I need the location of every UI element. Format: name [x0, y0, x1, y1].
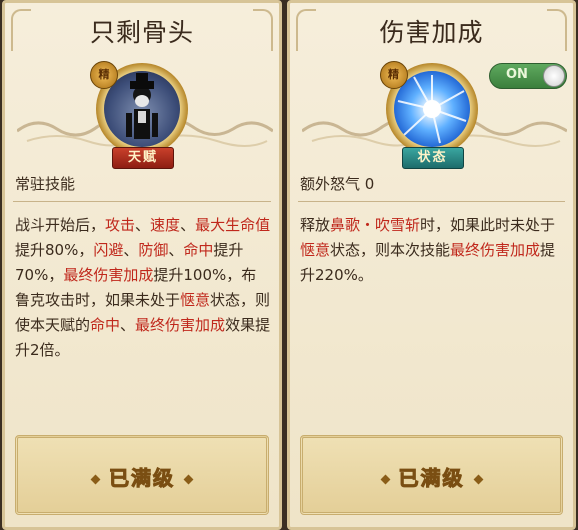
highlight-text: 命中	[183, 241, 214, 259]
desc-text: 、	[180, 216, 196, 234]
max-level-label: 已满级	[398, 466, 465, 491]
divider	[298, 201, 565, 202]
extra-rage-label: 额外怒气 0	[300, 175, 375, 193]
on-off-toggle[interactable]: ON	[489, 63, 567, 89]
highlight-text: 命中	[90, 316, 121, 334]
highlight-text: 惬意	[180, 291, 211, 309]
talent-card-left: 只剩骨头 精 天赋 常驻技能 战斗开始后，攻击、速度、最大生命值提升80%，闪避…	[2, 0, 282, 530]
diamond-icon	[473, 474, 483, 485]
divider	[13, 201, 271, 202]
desc-text: 时，如果此时未处于	[420, 216, 556, 234]
desc-text: 释放	[300, 216, 331, 234]
skill-avatar[interactable]: 精 天赋	[90, 61, 188, 169]
quality-seal: 精	[379, 61, 408, 89]
desc-text: 状态，则本次技能	[330, 241, 451, 259]
desc-text: 提升80%，	[15, 241, 94, 259]
diamond-icon	[90, 474, 101, 485]
status-card-right: 伤害加成 ON 精 状态 额外怒气 0 释放鼻歌・吹雪斩时，如果此时未处于惬意状…	[287, 0, 576, 530]
desc-text: 、	[123, 241, 139, 259]
highlight-text: 鼻歌・吹雪斩	[330, 216, 421, 234]
card-title: 只剩骨头	[89, 18, 194, 47]
highlight-text: 闪避	[93, 241, 124, 259]
desc-text: 、	[120, 316, 136, 334]
card-title: 伤害加成	[379, 18, 484, 47]
max-level-button[interactable]: 已满级	[300, 435, 563, 515]
max-level-label: 已满级	[109, 466, 175, 491]
skill-description: 释放鼻歌・吹雪斩时，如果此时未处于惬意状态，则本次技能最终伤害加成提升220%。	[300, 213, 565, 288]
highlight-text: 惬意	[300, 241, 331, 259]
desc-text: 战斗开始后，	[15, 216, 106, 234]
highlight-text: 最终伤害加成	[63, 266, 154, 284]
highlight-text: 最终伤害加成	[450, 241, 541, 259]
highlight-text: 攻击	[105, 216, 136, 234]
highlight-text: 最大生命值	[195, 216, 271, 234]
diamond-icon	[183, 474, 194, 485]
talent-badge: 天赋	[112, 147, 174, 169]
skill-description: 战斗开始后，攻击、速度、最大生命值提升80%，闪避、防御、命中提升70%，最终伤…	[15, 213, 271, 363]
toggle-knob	[543, 65, 565, 87]
toggle-label: ON	[506, 67, 528, 82]
highlight-text: 防御	[138, 241, 169, 259]
desc-text: 、	[135, 216, 151, 234]
diamond-icon	[380, 474, 390, 485]
max-level-button[interactable]: 已满级	[15, 435, 269, 515]
highlight-text: 速度	[150, 216, 181, 234]
desc-text: 、	[168, 241, 184, 259]
skill-type-label: 常驻技能	[15, 175, 76, 193]
skill-avatar[interactable]: 精 状态	[379, 61, 478, 169]
highlight-text: 最终伤害加成	[135, 316, 226, 334]
quality-seal: 精	[90, 61, 118, 89]
status-badge: 状态	[401, 147, 464, 169]
